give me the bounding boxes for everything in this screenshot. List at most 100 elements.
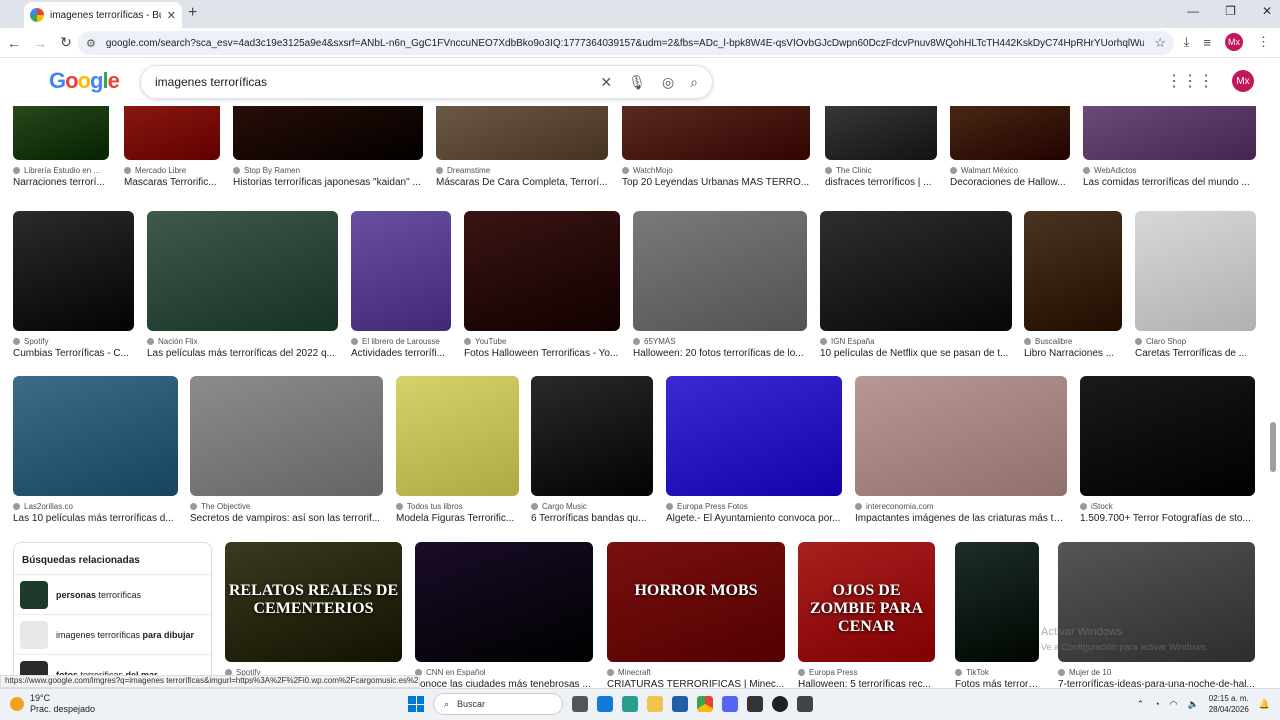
image-result[interactable]: Dreamstime Máscaras De Cara Completa, Ter… xyxy=(436,106,608,188)
result-thumbnail[interactable] xyxy=(13,211,134,331)
image-result[interactable]: Mercado Libre Mascaras Terrorific... xyxy=(124,106,220,188)
result-thumbnail[interactable] xyxy=(1024,211,1122,331)
result-thumbnail[interactable] xyxy=(666,376,842,496)
result-thumbnail[interactable] xyxy=(124,106,220,160)
result-source[interactable]: YouTube xyxy=(464,337,620,346)
result-thumbnail[interactable] xyxy=(1083,106,1256,160)
bookmark-star-icon[interactable]: ☆ xyxy=(1154,35,1166,51)
url-text[interactable]: google.com/search?sca_esv=4ad3c19e3125a9… xyxy=(106,38,1144,49)
google-logo[interactable]: Google xyxy=(49,68,120,94)
clear-search-icon[interactable]: ✕ xyxy=(600,74,612,91)
result-source[interactable]: Walmart México xyxy=(950,166,1070,175)
result-source[interactable]: iStock xyxy=(1080,502,1255,511)
result-source[interactable]: The Clinic xyxy=(825,166,937,175)
image-result[interactable]: IGN España 10 películas de Netflix que se… xyxy=(820,211,1012,359)
result-thumbnail[interactable] xyxy=(233,106,423,160)
site-info-icon[interactable]: ⚙ xyxy=(86,37,96,50)
start-icon[interactable] xyxy=(408,696,424,712)
result-thumbnail[interactable] xyxy=(633,211,807,331)
result-source[interactable]: Stop By Ramen xyxy=(233,166,423,175)
image-result[interactable]: Todos tus libros Modela Figuras Terrorifi… xyxy=(396,376,519,524)
search-input[interactable]: imagenes terroríficas xyxy=(155,75,600,89)
result-caption[interactable]: Algete.- El Ayuntamiento convoca por... xyxy=(666,513,842,524)
weather-widget[interactable]: 19°C Prac. despejado xyxy=(10,693,95,715)
result-thumbnail[interactable] xyxy=(147,211,338,331)
result-caption[interactable]: disfraces terroríficos | ... xyxy=(825,177,937,188)
capcut-icon[interactable] xyxy=(797,696,813,712)
result-caption[interactable]: CRIATURAS TERRORÍFICAS | Minec... xyxy=(607,679,785,688)
result-caption[interactable]: Libro Narraciones ... xyxy=(1024,348,1122,359)
image-result[interactable]: iStock 1.509.700+ Terror Fotografías de s… xyxy=(1080,376,1255,524)
result-source[interactable]: Las2orillas.co xyxy=(13,502,178,511)
download-icon[interactable]: ⤓ xyxy=(1184,34,1190,50)
lens-icon[interactable]: ◎ xyxy=(662,74,674,91)
result-source[interactable]: Cargo Music xyxy=(531,502,653,511)
result-source[interactable]: Dreamstime xyxy=(436,166,608,175)
result-thumbnail[interactable] xyxy=(13,376,178,496)
wifi-icon[interactable]: ◠ xyxy=(1170,699,1178,710)
image-result[interactable]: 65YMÁS Halloween: 20 fotos terroríficas d… xyxy=(633,211,807,359)
result-caption[interactable]: Halloween: 20 fotos terroríficas de lo..… xyxy=(633,348,807,359)
scrollbar-thumb[interactable] xyxy=(1270,422,1276,472)
task-view-icon[interactable] xyxy=(572,696,588,712)
result-source[interactable]: 65YMÁS xyxy=(633,337,807,346)
search-icon[interactable]: ⌕ xyxy=(690,74,698,91)
result-source[interactable]: El librero de Larousse xyxy=(351,337,451,346)
result-caption[interactable]: Mascaras Terrorific... xyxy=(124,177,220,188)
result-caption[interactable]: Las 10 películas más terroríficas d... xyxy=(13,513,178,524)
result-thumbnail[interactable] xyxy=(415,542,593,662)
result-caption[interactable]: Modela Figuras Terrorific... xyxy=(396,513,519,524)
image-result[interactable]: Buscalibre Libro Narraciones ... xyxy=(1024,211,1122,359)
mail-icon[interactable] xyxy=(672,696,688,712)
image-result[interactable]: Mujer de 10 7-terroríficas-ideas-para-una… xyxy=(1058,542,1255,688)
result-source[interactable]: WatchMojo xyxy=(622,166,810,175)
result-thumbnail[interactable]: RELATOS REALES DE CEMENTERIOS xyxy=(225,542,402,662)
browser-profile-avatar[interactable]: Mx xyxy=(1225,33,1243,51)
image-result[interactable]: TikTok Fotos más terrorífi... xyxy=(955,542,1039,688)
result-caption[interactable]: 6 Terroríficas bandas qu... xyxy=(531,513,653,524)
result-source[interactable]: WebAdictos xyxy=(1083,166,1256,175)
image-result[interactable]: Europa Press Fotos Algete.- El Ayuntamien… xyxy=(666,376,842,524)
close-tab-icon[interactable]: ✕ xyxy=(167,9,176,22)
clock[interactable]: 02:15 a. m. 28/04/2026 xyxy=(1209,693,1249,715)
google-profile-avatar[interactable]: Mx xyxy=(1232,70,1254,92)
image-result[interactable]: Nación Flix Las películas más terrorífica… xyxy=(147,211,338,359)
tray-chevron-icon[interactable]: ⌃ xyxy=(1137,699,1145,710)
discord-icon[interactable] xyxy=(722,696,738,712)
minimize-icon[interactable]: — xyxy=(1187,4,1199,18)
result-caption[interactable]: 1.509.700+ Terror Fotografías de sto... xyxy=(1080,513,1255,524)
taskbar-search[interactable]: ⌕ Buscar xyxy=(433,693,563,715)
image-result[interactable]: HORROR MOBS Minecraft CRIATURAS TERRORÍFIC… xyxy=(607,542,785,688)
menu-icon[interactable]: ⋮ xyxy=(1257,34,1270,50)
result-source[interactable]: Mujer de 10 xyxy=(1058,668,1255,677)
result-thumbnail[interactable] xyxy=(464,211,620,331)
result-caption[interactable]: 10 películas de Netflix que se pasan de … xyxy=(820,348,1012,359)
result-source[interactable]: Europa Press Fotos xyxy=(666,502,842,511)
restore-icon[interactable]: ❐ xyxy=(1225,4,1236,18)
result-source[interactable]: Todos tus libros xyxy=(396,502,519,511)
result-thumbnail[interactable] xyxy=(950,106,1070,160)
result-caption[interactable]: Impactantes imágenes de las criaturas má… xyxy=(855,513,1067,524)
result-source[interactable]: Minecraft xyxy=(607,668,785,677)
image-result[interactable]: Cargo Music 6 Terroríficas bandas qu... xyxy=(531,376,653,524)
edge-icon[interactable] xyxy=(597,696,613,712)
result-caption[interactable]: conoce las ciudades más tenebrosas ... xyxy=(415,679,593,688)
result-source[interactable]: Claro Shop xyxy=(1135,337,1256,346)
result-caption[interactable]: Las comidas terroríficas del mundo ... xyxy=(1083,177,1256,188)
result-caption[interactable]: Las películas más terroríficas del 2022 … xyxy=(147,348,338,359)
notifications-icon[interactable]: 🔔 xyxy=(1259,699,1270,710)
media-player-icon[interactable] xyxy=(772,696,788,712)
result-caption[interactable]: Fotos más terrorífi... xyxy=(955,679,1039,688)
result-thumbnail[interactable] xyxy=(190,376,383,496)
result-thumbnail[interactable]: HORROR MOBS xyxy=(607,542,785,662)
reload-icon[interactable]: ↻ xyxy=(54,34,78,51)
forward-icon[interactable]: → xyxy=(28,35,52,51)
close-window-icon[interactable]: ✕ xyxy=(1262,4,1272,18)
result-source[interactable]: CNN en Español xyxy=(415,668,593,677)
apps-grid-icon[interactable]: ⋮⋮⋮ xyxy=(1166,71,1214,91)
result-source[interactable]: Spotify xyxy=(13,337,134,346)
result-source[interactable]: Europa Press xyxy=(798,668,935,677)
result-caption[interactable]: Secretos de vampiros: así son las terror… xyxy=(190,513,383,524)
result-thumbnail[interactable]: OJOS DE ZOMBIE PARA CENAR xyxy=(798,542,935,662)
result-source[interactable]: intereconomia.com xyxy=(855,502,1067,511)
